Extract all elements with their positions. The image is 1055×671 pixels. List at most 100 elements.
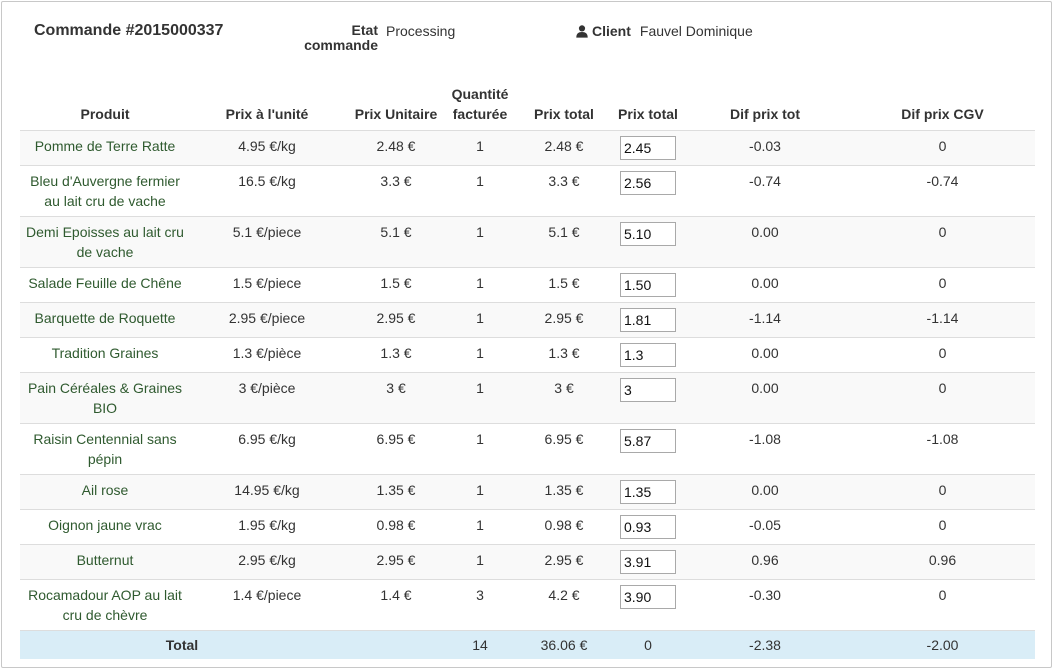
order-status-label: Etat commande bbox=[304, 22, 378, 53]
total-row: Total 14 36.06 € 0 -2.38 -2.00 bbox=[20, 630, 1035, 659]
product-name: Barquette de Roquette bbox=[20, 302, 190, 338]
quantity-invoiced: 3 bbox=[448, 579, 512, 631]
column-header-prix-total-input: Prix total bbox=[618, 106, 678, 122]
dif-prix-cgv: 0 bbox=[850, 130, 1035, 166]
product-name: Bleu d'Auvergne fermier au lait cru de v… bbox=[20, 165, 190, 217]
prix-unitaire: 1.4 € bbox=[344, 579, 448, 631]
total-quantity: 14 bbox=[448, 630, 512, 659]
unit-price: 2.95 €/kg bbox=[190, 544, 344, 580]
table-row: Butternut2.95 €/kg2.95 €12.95 €0.960.96 bbox=[20, 544, 1035, 580]
prix-total-input[interactable] bbox=[620, 222, 676, 246]
product-name: Oignon jaune vrac bbox=[20, 509, 190, 545]
dif-prix-cgv: 0 bbox=[850, 337, 1035, 373]
column-header-produit: Produit bbox=[80, 106, 130, 122]
prix-total: 1.3 € bbox=[512, 337, 616, 373]
quantity-invoiced: 1 bbox=[448, 216, 512, 268]
unit-price: 14.95 €/kg bbox=[190, 474, 344, 510]
prix-total-input-cell bbox=[616, 509, 680, 545]
table-row: Rocamadour AOP au lait cru de chèvre 1.4 … bbox=[20, 579, 1035, 631]
prix-total-input[interactable] bbox=[620, 273, 676, 297]
table-header-row: Produit Prix à l'unité Prix Unitaire Qua… bbox=[20, 80, 1035, 131]
dif-prix-tot: 0.00 bbox=[680, 337, 850, 373]
table-row: Pomme de Terre Ratte 4.95 €/kg 2.48 €1 2.48… bbox=[20, 130, 1035, 166]
prix-total-input[interactable] bbox=[620, 515, 676, 539]
dif-prix-tot: -0.74 bbox=[680, 165, 850, 217]
prix-unitaire: 2.48 € bbox=[344, 130, 448, 166]
product-name: Salade Feuille de Chêne bbox=[20, 267, 190, 303]
quantity-invoiced: 1 bbox=[448, 423, 512, 475]
total-empty-cell bbox=[344, 630, 448, 659]
prix-total-input-cell bbox=[616, 423, 680, 475]
prix-total-input[interactable] bbox=[620, 308, 676, 332]
prix-total-input[interactable] bbox=[620, 480, 676, 504]
unit-price: 1.4 €/piece bbox=[190, 579, 344, 631]
column-header-prix-unitaire: Prix Unitaire bbox=[354, 106, 438, 122]
prix-total-input-cell bbox=[616, 337, 680, 373]
dif-prix-cgv: 0 bbox=[850, 216, 1035, 268]
dif-prix-tot: -1.08 bbox=[680, 423, 850, 475]
unit-price: 5.1 €/piece bbox=[190, 216, 344, 268]
client-label: Client bbox=[592, 23, 631, 39]
prix-total: 2.95 € bbox=[512, 302, 616, 338]
unit-price: 16.5 €/kg bbox=[190, 165, 344, 217]
table-body: Pomme de Terre Ratte 4.95 €/kg 2.48 €1 2.48… bbox=[20, 130, 1035, 631]
quantity-invoiced: 1 bbox=[448, 165, 512, 217]
quantity-invoiced: 1 bbox=[448, 267, 512, 303]
dif-prix-cgv: 0 bbox=[850, 509, 1035, 545]
dif-prix-cgv: 0.96 bbox=[850, 544, 1035, 580]
prix-total-input-cell bbox=[616, 474, 680, 510]
table-row: Raisin Centennial sans pépin 6.95 €/kg 6.9… bbox=[20, 423, 1035, 475]
total-dif-prix-cgv: -2.00 bbox=[850, 630, 1035, 659]
prix-unitaire: 1.3 € bbox=[344, 337, 448, 373]
prix-unitaire: 3 € bbox=[344, 372, 448, 424]
column-header-prix-total: Prix total bbox=[534, 106, 594, 122]
table-row: Salade Feuille de Chêne 1.5 €/piece 1.5 €1… bbox=[20, 267, 1035, 303]
prix-total: 4.2 € bbox=[512, 579, 616, 631]
prix-total-input-cell bbox=[616, 579, 680, 631]
dif-prix-cgv: 0 bbox=[850, 579, 1035, 631]
prix-total: 2.48 € bbox=[512, 130, 616, 166]
prix-total-input[interactable] bbox=[620, 171, 676, 195]
prix-total-input[interactable] bbox=[620, 429, 676, 453]
prix-total-input-cell bbox=[616, 302, 680, 338]
total-input-sum: 0 bbox=[616, 630, 680, 659]
prix-unitaire: 6.95 € bbox=[344, 423, 448, 475]
table-row: Oignon jaune vrac1.95 €/kg0.98 €10.98 €-… bbox=[20, 509, 1035, 545]
column-header-dif-prix-tot: Dif prix tot bbox=[730, 106, 800, 122]
prix-total-input-cell bbox=[616, 216, 680, 268]
prix-total-input[interactable] bbox=[620, 550, 676, 574]
dif-prix-tot: -0.30 bbox=[680, 579, 850, 631]
product-name: Butternut bbox=[20, 544, 190, 580]
prix-unitaire: 2.95 € bbox=[344, 302, 448, 338]
column-header-dif-prix-cgv: Dif prix CGV bbox=[901, 106, 984, 122]
dif-prix-cgv: 0 bbox=[850, 474, 1035, 510]
product-name: Rocamadour AOP au lait cru de chèvre bbox=[20, 579, 190, 631]
dif-prix-cgv: -0.74 bbox=[850, 165, 1035, 217]
prix-total: 2.95 € bbox=[512, 544, 616, 580]
quantity-invoiced: 1 bbox=[448, 372, 512, 424]
dif-prix-tot: 0.96 bbox=[680, 544, 850, 580]
client-name: Fauvel Dominique bbox=[639, 23, 753, 39]
unit-price: 1.95 €/kg bbox=[190, 509, 344, 545]
prix-unitaire: 5.1 € bbox=[344, 216, 448, 268]
column-header-prix-unite: Prix à l'unité bbox=[225, 106, 309, 122]
dif-prix-cgv: 0 bbox=[850, 267, 1035, 303]
prix-total-input[interactable] bbox=[620, 343, 676, 367]
prix-total-input-cell bbox=[616, 165, 680, 217]
unit-price: 3 €/pièce bbox=[190, 372, 344, 424]
dif-prix-tot: -0.03 bbox=[680, 130, 850, 166]
prix-total: 1.35 € bbox=[512, 474, 616, 510]
prix-total: 6.95 € bbox=[512, 423, 616, 475]
table-row: Pain Céréales & Graines BIO 3 €/pièce 3 €1… bbox=[20, 372, 1035, 424]
prix-total-input[interactable] bbox=[620, 378, 676, 402]
prix-unitaire: 1.5 € bbox=[344, 267, 448, 303]
table-row: Ail rose14.95 €/kg1.35 €11.35 €0.000 bbox=[20, 474, 1035, 510]
prix-total: 3.3 € bbox=[512, 165, 616, 217]
total-label: Total bbox=[20, 630, 344, 659]
prix-total-input-cell bbox=[616, 130, 680, 166]
prix-total-input-cell bbox=[616, 544, 680, 580]
prix-total-input[interactable] bbox=[620, 136, 676, 160]
order-status-value: Processing bbox=[386, 23, 456, 39]
prix-total-input[interactable] bbox=[620, 585, 676, 609]
product-name: Pain Céréales & Graines BIO bbox=[20, 372, 190, 424]
